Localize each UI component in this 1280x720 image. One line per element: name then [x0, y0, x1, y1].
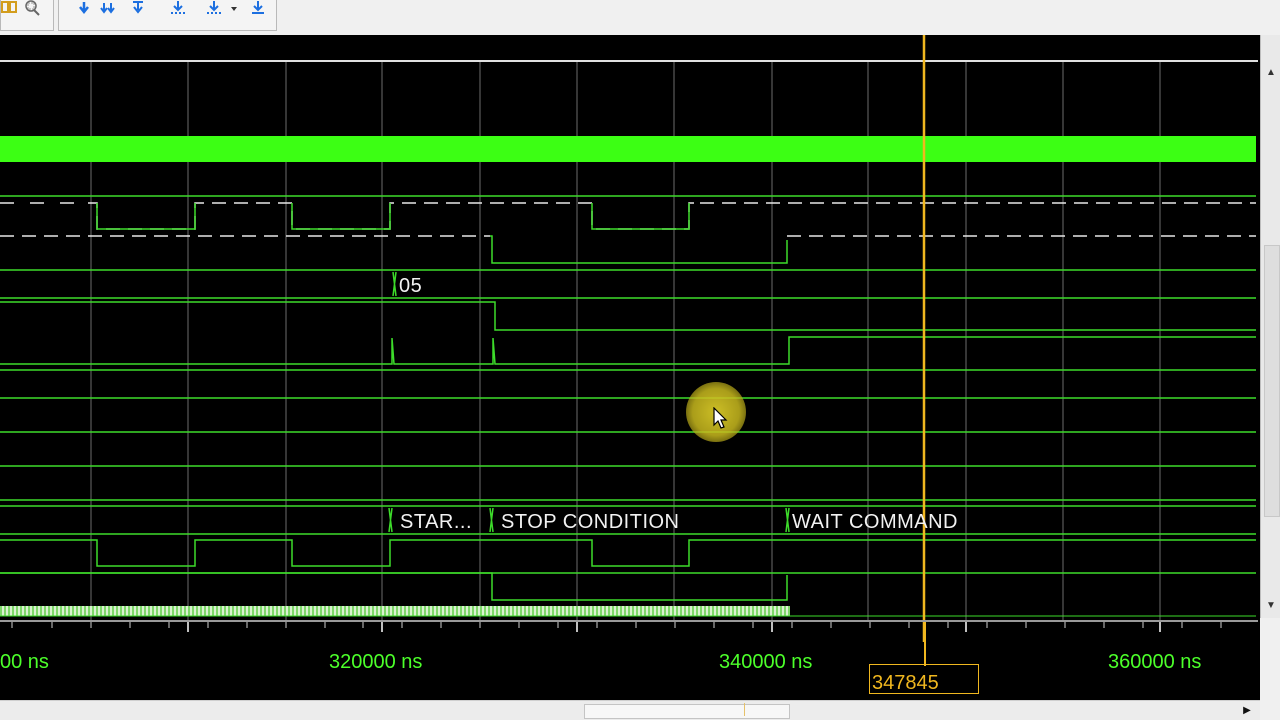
add-marker-icon[interactable] [169, 0, 187, 16]
sda-copy-wave[interactable] [0, 572, 788, 601]
next-edge-icon[interactable] [75, 0, 93, 16]
scroll-cursor-marker [744, 703, 745, 716]
zoom-area-icon[interactable] [23, 0, 41, 16]
tick-label-360000: 360000 ns [1108, 651, 1202, 673]
fast-clock-signal[interactable] [0, 606, 790, 616]
zoom-toolbar-group [0, 0, 54, 31]
tick-label-340000: 340000 ns [719, 651, 813, 673]
scl-dashed-wave[interactable] [0, 202, 700, 230]
next-transition-icon[interactable] [129, 0, 147, 16]
state-start-label: STAR... [400, 511, 473, 533]
bus-signal-bar[interactable] [0, 136, 1256, 162]
ruler-ticks [11, 622, 1222, 642]
horizontal-scroll-thumb[interactable] [584, 704, 790, 719]
navigation-toolbar-group [58, 0, 277, 31]
scroll-down-icon[interactable]: ▼ [1263, 598, 1279, 614]
go-to-marker-icon[interactable] [249, 0, 267, 16]
scroll-up-icon[interactable]: ▲ [1263, 65, 1279, 81]
toolbar [0, 0, 1280, 35]
vertical-scroll-thumb[interactable] [1264, 245, 1280, 517]
scl-wave[interactable] [96, 203, 690, 230]
state-wait-label: WAIT COMMAND [792, 511, 958, 533]
ruler-cursor-line [924, 622, 926, 666]
cursor-value: 347845 [872, 672, 939, 694]
vertical-scrollbar[interactable]: ▲ ▼ [1260, 35, 1280, 618]
tick-label-320000: 320000 ns [329, 651, 423, 673]
sda-wave[interactable] [490, 235, 788, 264]
marker-dropdown-icon[interactable] [205, 0, 239, 16]
tick-label-0: 00 ns [0, 651, 49, 673]
horizontal-scrollbar[interactable]: ▶ [0, 700, 1260, 720]
time-ruler[interactable] [0, 620, 1258, 697]
scroll-right-icon[interactable]: ▶ [1238, 703, 1256, 719]
bus-value-05: 05 [399, 275, 423, 297]
state-stop-label: STOP CONDITION [501, 511, 680, 533]
scroll-corner [1260, 618, 1280, 720]
mouse-pointer-icon [713, 407, 728, 429]
previous-edge-icon[interactable] [99, 0, 117, 16]
zoom-full-icon[interactable] [1, 0, 19, 16]
